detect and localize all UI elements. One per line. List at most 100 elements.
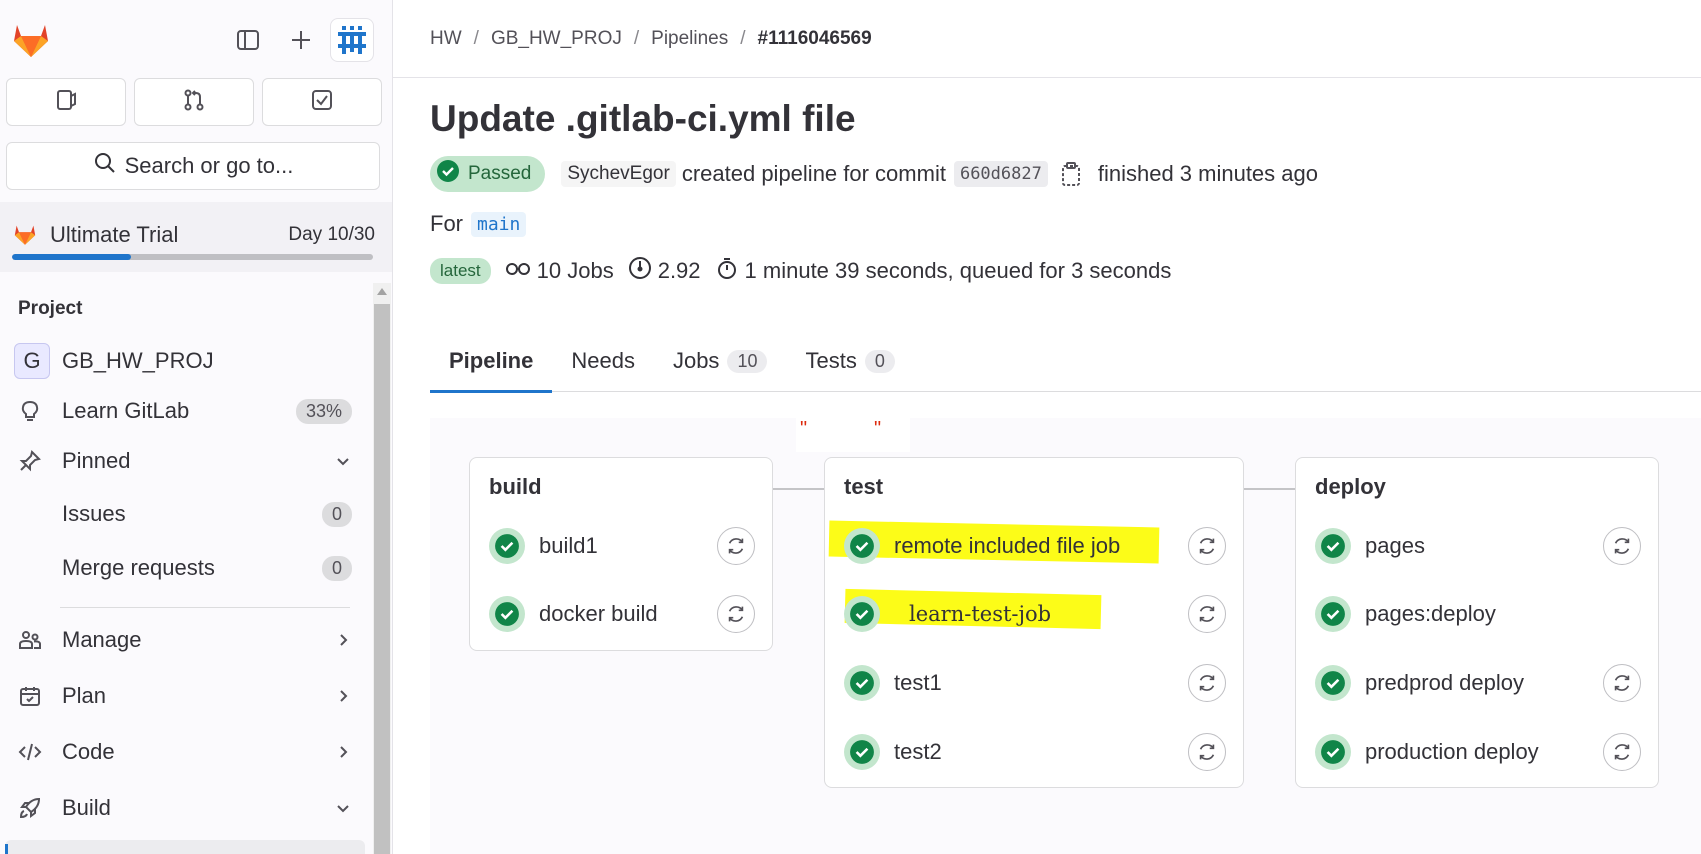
stage-connector xyxy=(1243,488,1295,490)
pipeline-tabs: Pipeline Needs Jobs 10 Tests 0 xyxy=(430,330,1701,393)
search-input[interactable]: Search or go to... xyxy=(6,142,380,190)
sidebar-item-issues[interactable]: Issues 0 xyxy=(8,492,358,536)
search-placeholder: Search or go to... xyxy=(124,153,294,178)
gitlab-logo-small-icon xyxy=(12,222,38,251)
success-status-icon xyxy=(489,596,525,632)
stage-title: test xyxy=(844,474,884,499)
retry-icon[interactable] xyxy=(717,527,755,565)
breadcrumb-project[interactable]: GB_HW_PROJ xyxy=(491,28,622,50)
job-pages[interactable]: pages xyxy=(1296,520,1658,572)
todo-icon xyxy=(310,88,334,117)
chevron-right-icon xyxy=(328,744,358,760)
job-test1[interactable]: test1 xyxy=(825,657,1243,709)
retry-icon[interactable] xyxy=(1188,664,1226,702)
jobs-count: 10 Jobs xyxy=(536,258,614,283)
tab-tests[interactable]: Tests 0 xyxy=(786,330,913,392)
retry-icon[interactable] xyxy=(1603,664,1641,702)
success-status-icon xyxy=(844,596,880,632)
tab-jobs[interactable]: Jobs 10 xyxy=(654,330,787,392)
success-status-icon xyxy=(1315,596,1351,632)
job-build1[interactable]: build1 xyxy=(470,520,772,572)
sidebar-item-project[interactable]: G GB_HW_PROJ xyxy=(8,339,358,383)
retry-icon[interactable] xyxy=(717,595,755,633)
user-link[interactable]: SychevEgor xyxy=(561,161,676,187)
issues-count-badge: 0 xyxy=(321,501,352,527)
merge-requests-quick-button[interactable] xyxy=(134,78,254,126)
merge-requests-count-badge: 0 xyxy=(321,555,352,581)
status-badge[interactable]: Passed xyxy=(430,156,546,192)
retry-icon[interactable] xyxy=(1188,733,1226,771)
job-name: remote included file job xyxy=(894,533,1121,558)
job-pages-deploy[interactable]: pages:deploy xyxy=(1296,588,1658,640)
sidebar-item-active-stub[interactable] xyxy=(5,840,365,854)
retry-icon[interactable] xyxy=(1188,595,1226,633)
trial-widget[interactable]: Ultimate Trial Day 10/30 xyxy=(0,202,392,272)
sidebar-item-label: Learn GitLab xyxy=(62,398,190,423)
todo-quick-button[interactable] xyxy=(262,78,382,126)
commit-sha[interactable]: 660d6827 xyxy=(953,161,1048,187)
breadcrumb-separator: / xyxy=(473,27,479,49)
sidebar-toggle-icon[interactable] xyxy=(230,22,266,58)
success-status-icon xyxy=(844,734,880,770)
retry-icon[interactable] xyxy=(1603,527,1641,565)
job-predprod-deploy[interactable]: predprod deploy xyxy=(1296,657,1658,709)
success-status-icon xyxy=(1315,734,1351,770)
breadcrumb-hw[interactable]: HW xyxy=(430,28,462,50)
chevron-down-icon xyxy=(328,800,358,816)
sidebar-item-label: Issues xyxy=(62,501,126,526)
finished-text: finished 3 minutes ago xyxy=(1097,161,1318,186)
trial-day: Day 10/30 xyxy=(288,224,375,245)
tab-label: Pipeline xyxy=(449,348,534,373)
retry-icon[interactable] xyxy=(1603,733,1641,771)
issues-quick-button[interactable] xyxy=(6,78,126,126)
users-icon xyxy=(8,628,52,652)
plus-icon[interactable] xyxy=(283,22,319,58)
tab-count-badge: 0 xyxy=(864,349,895,373)
branch-link[interactable]: main xyxy=(471,211,527,237)
copy-icon[interactable] xyxy=(1060,161,1082,187)
stage-build: build build1 docker build xyxy=(469,457,773,651)
jobs-meta: 10 Jobs xyxy=(505,258,614,284)
success-status-icon xyxy=(844,665,880,701)
job-production-deploy[interactable]: production deploy xyxy=(1296,726,1658,778)
breadcrumb-pipeline-id[interactable]: #1116046569 xyxy=(758,28,872,50)
rocket-icon xyxy=(8,796,52,820)
sidebar-item-learn-gitlab[interactable]: Learn GitLab 33% xyxy=(8,389,358,433)
job-test2[interactable]: test2 xyxy=(825,726,1243,778)
sidebar-item-plan[interactable]: Plan xyxy=(8,674,358,718)
chevron-down-icon xyxy=(328,453,358,469)
status-label: Passed xyxy=(468,163,532,184)
tab-label: Needs xyxy=(571,348,635,373)
sidebar-item-label: Manage xyxy=(62,627,142,652)
sidebar-scrollbar-thumb[interactable] xyxy=(374,304,390,854)
timer-icon xyxy=(715,256,739,286)
job-name: pages:deploy xyxy=(1365,601,1496,626)
success-status-icon xyxy=(1315,528,1351,564)
retry-icon[interactable] xyxy=(1188,527,1226,565)
sidebar-item-build[interactable]: Build xyxy=(8,786,358,830)
stage-connector xyxy=(773,488,825,490)
job-docker-build[interactable]: docker build xyxy=(470,588,772,640)
gitlab-logo-icon[interactable] xyxy=(10,19,52,59)
sidebar-item-pinned[interactable]: Pinned xyxy=(8,439,358,483)
sidebar-item-manage[interactable]: Manage xyxy=(8,618,358,662)
sidebar: Search or go to... Ultimate Trial Day 10… xyxy=(0,0,393,854)
success-status-icon xyxy=(489,528,525,564)
breadcrumb: HW / GB_HW_PROJ / Pipelines / #111604656… xyxy=(393,0,1701,78)
tab-pipeline[interactable]: Pipeline xyxy=(430,330,553,393)
page-title: Update .gitlab-ci.yml file xyxy=(430,98,856,139)
pipeline-icon xyxy=(505,258,531,284)
sidebar-item-label: Pinned xyxy=(62,448,131,473)
sidebar-item-code[interactable]: Code xyxy=(8,730,358,774)
gauge-icon xyxy=(628,256,652,286)
issues-icon xyxy=(54,88,78,117)
tab-count-badge: 10 xyxy=(727,349,768,373)
sidebar-item-merge-requests[interactable]: Merge requests 0 xyxy=(8,546,358,590)
scroll-up-arrow-icon[interactable] xyxy=(377,288,387,295)
breadcrumb-separator: / xyxy=(633,27,640,49)
avatar[interactable] xyxy=(330,18,374,62)
tab-needs[interactable]: Needs xyxy=(552,330,654,392)
breadcrumb-pipelines[interactable]: Pipelines xyxy=(651,28,728,50)
for-label: For xyxy=(430,211,463,236)
job-name: production deploy xyxy=(1365,739,1539,764)
